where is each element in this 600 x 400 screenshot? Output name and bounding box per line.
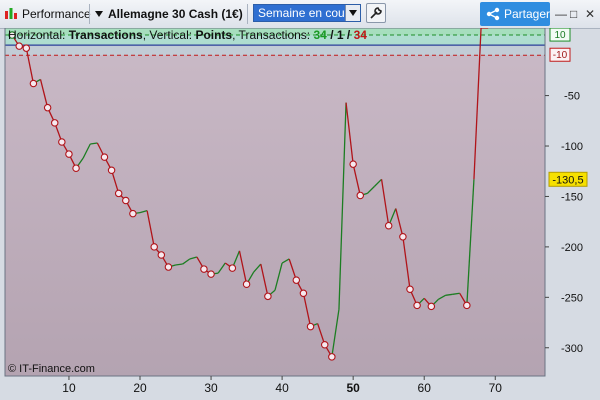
trade-marker [22,44,31,52]
trade-marker [299,289,308,298]
trade-marker [129,209,137,218]
chart-legend: Horizontal: Transactions, Vertical: Poin… [8,28,367,42]
trade-marker [15,42,23,50]
trade-marker [150,243,158,251]
trade-marker [399,233,407,241]
period-value: Semaine en cours [258,6,355,20]
trade-marker [384,221,393,230]
trade-marker [43,103,52,112]
legend-transactions-prefix: , Transactions: [232,28,311,42]
share-label: Partager [504,7,551,21]
wrench-icon [370,7,382,19]
trade-marker [100,153,109,161]
y-tick-label: -250 [561,292,583,304]
upper-level-tag-label: 10 [554,30,566,41]
app-window: Performance Allemagne 30 Cash (1€) Semai… [0,0,600,400]
performance-icon [4,6,18,20]
legend-separator: / [326,28,337,42]
trade-marker [107,166,116,174]
x-tick-label: 70 [489,381,503,395]
close-button[interactable]: ✕ [585,7,595,21]
trade-marker [264,292,272,301]
trade-marker [349,160,357,168]
instrument-selector[interactable]: Allemagne 30 Cash (1€) [95,4,243,24]
trade-marker [356,191,365,200]
chevron-down-icon [349,10,357,16]
trade-marker [157,251,166,259]
x-tick-label: 10 [62,381,76,395]
trade-marker [207,270,215,278]
y-tick-label: -200 [561,242,583,254]
trade-marker [228,264,237,272]
x-tick-label: 40 [275,381,289,395]
minimize-button[interactable]: — [555,7,567,21]
trade-marker [65,150,73,158]
x-tick-label: 60 [418,381,432,395]
trade-marker [164,263,173,271]
trade-marker [413,301,421,310]
maximize-button[interactable]: □ [570,7,577,21]
trade-marker [122,196,130,205]
y-tick-label: -50 [564,91,580,103]
trade-marker [406,285,414,294]
instrument-label: Allemagne 30 Cash (1€) [108,7,243,21]
share-button[interactable]: Partager [480,2,550,26]
loss-zone [5,45,545,376]
legend-vertical-prefix: , Vertical: [142,28,193,42]
legend-losses: 34 [353,28,367,42]
performance-chart: -50 -100 -150 -200 -250 -300 10 20 30 40 50 60 70 10 -… [0,28,600,400]
x-tick-label: 30 [204,381,218,395]
toolbar-separator [89,4,90,24]
share-icon [486,7,500,21]
trade-marker [306,322,315,331]
trade-marker [29,79,38,88]
trade-marker [320,340,329,349]
chevron-down-icon [95,11,103,17]
lower-level-tag-label: -10 [553,50,568,61]
legend-separator: / [343,28,354,42]
copyright-text: © IT-Finance.com [8,363,95,375]
current-value-label: -130,5 [552,174,583,186]
trade-marker [58,138,66,146]
y-tick-label: -100 [561,141,583,153]
x-tick-label: 50 [346,381,360,395]
toolbar-separator [247,4,248,24]
legend-horizontal-value: Transactions [68,28,143,42]
trade-marker [242,280,251,288]
legend-horizontal-prefix: Horizontal: [8,28,66,42]
trade-marker [463,301,471,310]
legend-vertical-value: Points [195,28,233,42]
performance-label: Performance [22,7,91,21]
toolbar: Performance Allemagne 30 Cash (1€) Semai… [0,0,600,29]
x-tick-label: 20 [133,381,147,395]
trade-marker [427,302,436,311]
trade-marker [328,353,336,361]
trade-marker [114,189,123,198]
trade-marker [200,265,208,273]
legend-neutral: 1 [336,28,344,42]
trade-marker [72,164,80,172]
chart-svg: -50 -100 -150 -200 -250 -300 10 20 30 40 50 60 70 10 -… [4,28,588,395]
y-tick-label: -300 [561,343,583,355]
legend-wins: 34 [313,28,327,42]
trade-marker [50,119,59,127]
period-select[interactable]: Semaine en cours [253,4,361,22]
tools-button[interactable] [366,3,386,23]
y-tick-label: -150 [561,191,583,203]
select-dropdown-button[interactable] [345,5,360,21]
trade-marker [292,276,301,284]
